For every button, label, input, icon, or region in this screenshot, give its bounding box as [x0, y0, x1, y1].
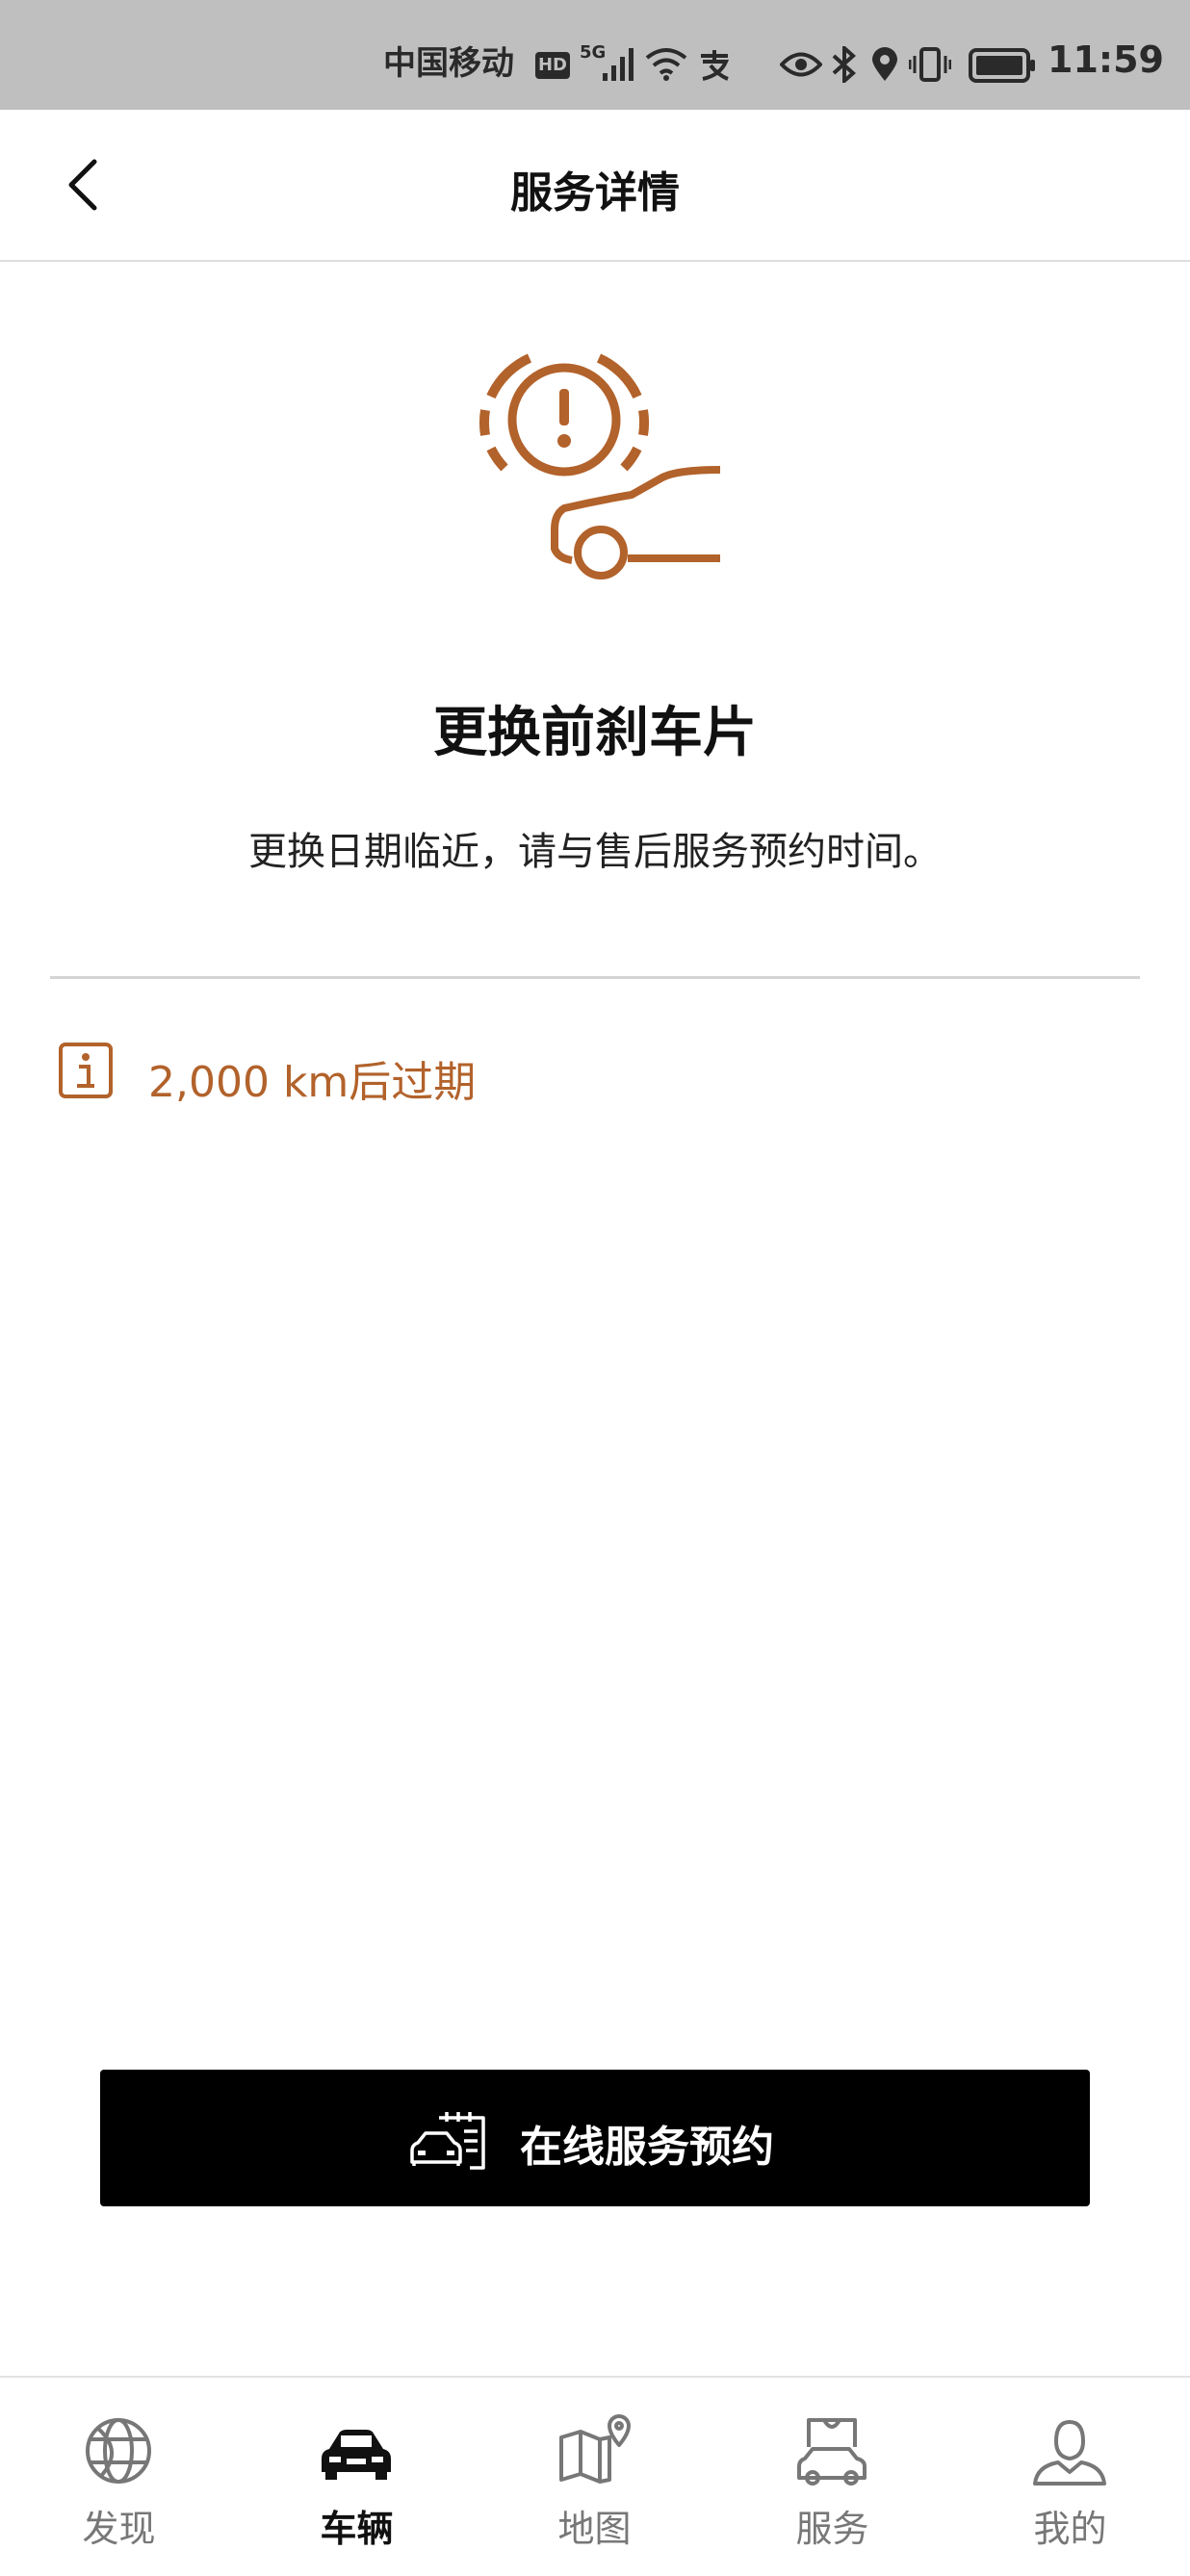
- expiry-text: 2,000 km后过期: [148, 1058, 477, 1107]
- header: 服务详情: [0, 110, 1190, 262]
- signal-icon: [603, 48, 634, 81]
- divider: [50, 976, 1140, 979]
- bluetooth-icon: [832, 46, 856, 83]
- nav-label-discover: 发现: [82, 2508, 156, 2550]
- location-icon: [872, 47, 897, 81]
- nav-item-vehicle[interactable]: 车辆: [238, 2378, 476, 2576]
- car-calendar-icon: [410, 2112, 485, 2170]
- map-pin-icon: [559, 2414, 631, 2484]
- brake-warning-car-icon: [479, 353, 721, 580]
- expiry-info: 2,000 km后过期: [58, 1040, 1117, 1107]
- wifi-icon: [645, 48, 687, 81]
- nav-label-service: 服务: [795, 2508, 869, 2550]
- car-icon: [322, 2430, 391, 2480]
- online-booking-button[interactable]: 在线服务预约: [100, 2070, 1090, 2206]
- hd-badge: HD: [535, 52, 570, 79]
- nav-label-vehicle: 车辆: [320, 2508, 394, 2550]
- carrier-name: 中国移动: [383, 44, 514, 83]
- status-bar: 中国移动 HD 5G 11:59: [0, 0, 1190, 110]
- battery-icon: [969, 48, 1035, 83]
- globe-icon: [86, 2418, 151, 2484]
- bottom-nav: 发现 车辆 地图 服务 我的: [0, 2376, 1190, 2576]
- nav-item-discover[interactable]: 发现: [0, 2378, 238, 2576]
- service-description: 更换日期临近，请与售后服务预约时间。: [248, 830, 942, 874]
- nav-item-map[interactable]: 地图: [476, 2378, 713, 2576]
- nav-label-me: 我的: [1033, 2508, 1107, 2550]
- online-booking-label: 在线服务预约: [520, 2123, 774, 2172]
- nav-label-map: 地图: [557, 2508, 632, 2550]
- payment-icon: [701, 50, 730, 81]
- user-icon: [1033, 2420, 1106, 2486]
- page-title: 服务详情: [510, 168, 680, 218]
- service-bag-car-icon: [797, 2418, 867, 2486]
- info-icon: [59, 1043, 113, 1098]
- clock: 11:59: [1048, 39, 1164, 81]
- eye-icon: [780, 52, 822, 77]
- vibrate-icon: [909, 47, 951, 82]
- screen: 中国移动 HD 5G 11:59 服务详情 更换前刹车片 更换日期临近，请与售后…: [0, 0, 1190, 2576]
- service-title: 更换前刹车片: [433, 702, 757, 764]
- nav-item-me[interactable]: 我的: [951, 2378, 1189, 2576]
- nav-item-service[interactable]: 服务: [713, 2378, 951, 2576]
